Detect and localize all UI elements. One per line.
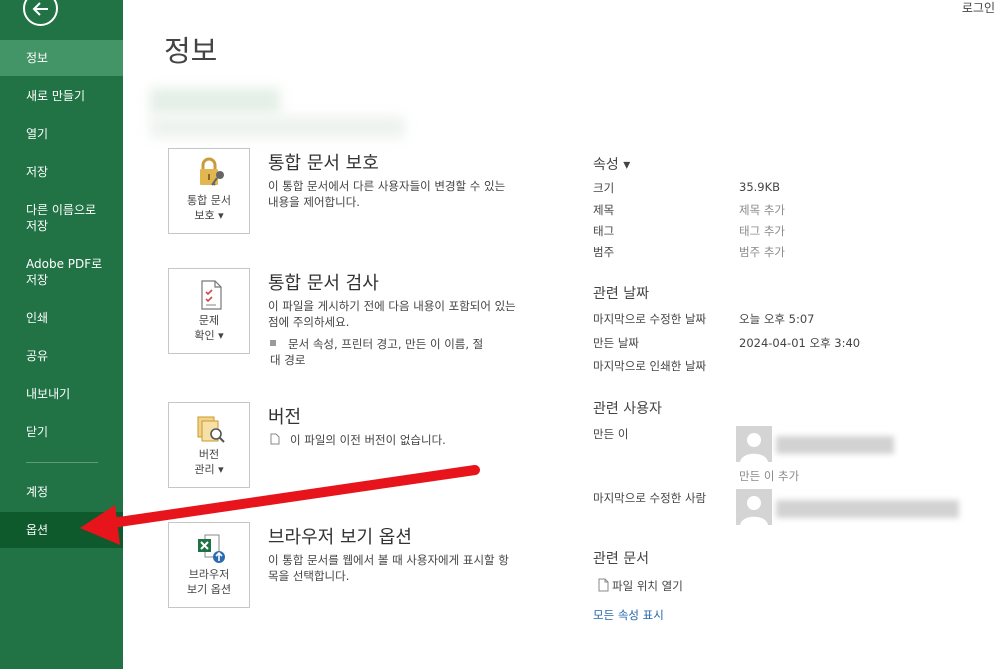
browser-view-options-label: 브라우저 보기 옵션	[187, 568, 231, 596]
bullet-square-icon	[270, 340, 276, 346]
lock-key-icon	[200, 157, 224, 186]
inspect-workbook-desc: 이 파일을 게시하기 전에 다음 내용이 포함되어 있는 점에 주의하세요.	[268, 299, 516, 329]
created-label: 만든 날짜	[593, 336, 639, 350]
prop-category-input[interactable]: 범주 추가	[739, 244, 785, 260]
open-file-location-text: 파일 위치 열기	[612, 579, 683, 593]
show-all-properties-link[interactable]: 모든 속성 표시	[593, 607, 664, 623]
protect-workbook-button[interactable]: 통합 문서 보호 ▾	[168, 148, 250, 234]
nav-save-adobe-pdf[interactable]: Adobe PDF로 저장	[0, 256, 123, 288]
blurred-file-name	[150, 88, 280, 114]
versions-title: 버전	[268, 407, 302, 428]
person-icon	[740, 496, 768, 525]
created-value: 2024-04-01 오후 3:40	[739, 336, 861, 350]
nav-close[interactable]: 닫기	[0, 424, 123, 440]
modifier-avatar	[736, 489, 772, 525]
nav-divider	[26, 462, 98, 463]
versions-desc: 이 파일의 이전 버전이 없습니다.	[290, 433, 446, 447]
prop-category-label: 범주	[593, 245, 615, 259]
check-issues-label: 문제 확인 ▾	[194, 314, 224, 342]
versions-desc-row: 이 파일의 이전 버전이 없습니다.	[270, 432, 446, 448]
browser-view-title: 브라우저 보기 옵션	[268, 527, 412, 548]
inspect-workbook-title: 통합 문서 검사	[268, 273, 379, 294]
author-label: 만든 이	[593, 427, 629, 441]
nav-info[interactable]: 정보	[0, 40, 123, 76]
add-author-link[interactable]: 만든 이 추가	[739, 468, 799, 484]
back-button[interactable]	[23, 0, 58, 26]
related-dates-heading: 관련 날짜	[593, 286, 649, 302]
nav-save[interactable]: 저장	[0, 164, 123, 180]
prop-title-label: 제목	[593, 203, 615, 217]
person-icon	[740, 433, 768, 462]
back-arrow-icon	[32, 2, 48, 16]
prop-tags-input[interactable]: 태그 추가	[739, 223, 785, 239]
related-people-heading: 관련 사용자	[593, 401, 662, 417]
properties-dropdown[interactable]: 속성 ▾	[593, 154, 630, 174]
last-modified-label: 마지막으로 수정한 날짜	[593, 312, 707, 326]
related-documents-heading: 관련 문서	[593, 551, 649, 567]
nav-save-as[interactable]: 다른 이름으로 저장	[0, 202, 123, 234]
nav-share[interactable]: 공유	[0, 348, 123, 364]
backstage-sidebar: 정보 새로 만들기 열기 저장 다른 이름으로 저장 Adobe PDF로 저장…	[0, 0, 123, 669]
blurred-modifier-name	[776, 500, 959, 518]
nav-options[interactable]: 옵션	[0, 512, 123, 548]
protect-workbook-desc: 이 통합 문서에서 다른 사용자들이 변경할 수 있는 내용을 제어합니다.	[268, 179, 506, 209]
inspect-bullet: 문서 속성, 프린터 경고, 만든 이 이름, 절대 경로	[270, 336, 490, 368]
last-modified-by-label: 마지막으로 수정한 사람	[593, 491, 707, 505]
nav-print[interactable]: 인쇄	[0, 310, 123, 326]
manage-versions-button[interactable]: 버전 관리 ▾	[168, 402, 250, 488]
blurred-author-name	[776, 436, 894, 454]
nav-open[interactable]: 열기	[0, 126, 123, 142]
versions-icon	[197, 416, 225, 443]
prop-size-value: 35.9KB	[739, 180, 781, 194]
document-icon	[270, 433, 280, 445]
manage-versions-label: 버전 관리 ▾	[194, 448, 224, 476]
browser-view-options-button[interactable]: 브라우저 보기 옵션	[168, 522, 250, 608]
open-file-location-link[interactable]: 파일 위치 열기	[598, 578, 683, 594]
inspect-document-icon	[201, 280, 222, 310]
nav-account[interactable]: 계정	[0, 484, 123, 500]
protect-workbook-label: 통합 문서 보호 ▾	[187, 194, 231, 222]
check-issues-button[interactable]: 문제 확인 ▾	[168, 268, 250, 354]
prop-title-input[interactable]: 제목 추가	[739, 202, 785, 218]
author-avatar	[736, 426, 772, 462]
blurred-file-path	[150, 116, 405, 138]
prop-size-label: 크기	[593, 181, 615, 195]
excel-browser-icon	[198, 534, 225, 563]
prop-tags-label: 태그	[593, 224, 615, 238]
last-modified-value: 오늘 오후 5:07	[739, 312, 815, 326]
nav-export[interactable]: 내보내기	[0, 386, 123, 402]
inspect-bullet-text: 문서 속성, 프린터 경고, 만든 이 이름, 절대 경로	[270, 337, 484, 367]
nav-new[interactable]: 새로 만들기	[0, 88, 123, 104]
page-title: 정보	[164, 34, 218, 68]
last-printed-label: 마지막으로 인쇄한 날짜	[593, 359, 707, 373]
document-icon	[598, 578, 609, 592]
browser-view-desc: 이 통합 문서를 웹에서 볼 때 사용자에게 표시할 항목을 선택합니다.	[268, 553, 509, 583]
login-link[interactable]: 로그인	[962, 0, 995, 16]
protect-workbook-title: 통합 문서 보호	[268, 153, 379, 174]
